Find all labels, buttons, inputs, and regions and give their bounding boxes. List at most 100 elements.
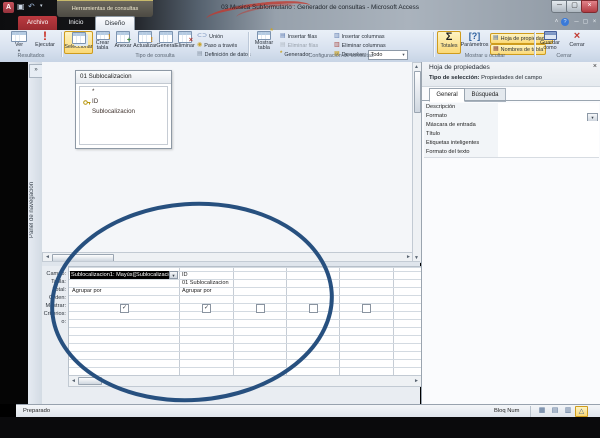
eliminar-button[interactable]: × Eliminar [175,31,195,52]
scroll-left-icon[interactable]: ◄ [70,377,77,385]
scroll-right-icon[interactable]: ► [405,253,412,261]
tab-diseno[interactable]: Diseño [95,16,135,31]
query-grid[interactable]: Sublocalizacion1: Mayús([Sublocalizacion… [68,266,421,376]
screen: A ▣ ↶ ▾ Herramientas de consultas 03 Mus… [0,0,600,438]
row-label-o: o: [61,319,66,325]
mostrar-tabla-button[interactable]: * Mostrar tabla [252,28,276,52]
total-cell-col1[interactable]: Agrupar por [72,287,162,295]
parameters-icon: [?] [468,31,481,41]
title-bar: A ▣ ↶ ▾ Herramientas de consultas 03 Mus… [0,0,600,31]
guardar-como-button[interactable]: Guardar como [538,31,562,52]
field-sublocalizacion[interactable]: Sublocalizacion [80,107,167,117]
group-label-mostrar: Mostrar u ocultar [464,53,506,59]
select-query-icon [71,32,86,44]
num-lock-indicator: Bloq Num [494,408,520,414]
totales-button[interactable]: Σ Totales [437,31,461,54]
scroll-right-icon[interactable]: ► [413,377,420,385]
undo-icon[interactable]: ↶ [28,1,35,12]
crear-tabla-button[interactable]: ! Crear tabla [93,31,112,52]
group-separator [248,32,249,57]
campo-cell-col2[interactable]: ID [182,271,230,279]
row-label-orden: Orden: [48,295,66,301]
mostrar-checkbox-col2[interactable]: ✓ [202,304,211,313]
anexar-button[interactable]: + Anexar [114,31,132,52]
tab-archivo[interactable]: Archivo [18,16,57,30]
sql-view-icon[interactable]: ▥ [562,406,574,416]
help-icon[interactable]: ? [561,18,569,26]
pivottable-view-icon[interactable]: ▤ [549,406,561,416]
field-asterisk[interactable]: * [80,87,167,97]
qat-dropdown-icon[interactable]: ▾ [40,1,43,12]
insert-columns-icon: ▥ [334,33,340,39]
passthrough-icon: ◉ [197,42,203,48]
design-view-icon[interactable]: △ [575,406,588,417]
view-icon [11,31,27,43]
designer-top-pane: 01 Sublocalizacion * ID Sublocalizacion [42,62,412,252]
campo-cell-selected[interactable]: Sublocalizacion1: Mayús([Sublocalizacion… [70,271,169,279]
mostrar-checkbox-col3[interactable] [256,304,265,313]
taskbar: e ▶ W A ● ● ♪ ▭ ● ⚑ 02:08 p.m. 01/07/201… [0,417,600,438]
ribbon-collapse-icon[interactable]: ˄ [552,18,561,27]
contextual-tab-header: Herramientas de consultas [57,0,153,17]
row-label-criterios: Criterios: [43,311,66,317]
union-button[interactable]: ⊂⊃ Unión [197,32,223,41]
mostrar-checkbox-col4[interactable] [309,304,318,313]
general-button[interactable]: General [156,31,176,52]
insertar-columnas-button[interactable]: ▥ Insertar columnas [334,32,385,41]
ver-button[interactable]: Ver ▾ [8,31,30,53]
row-label-mostrar: Mostrar: [45,303,66,309]
group-label-cerrar: Cerrar [556,53,572,59]
scroll-thumb[interactable] [414,71,421,113]
window-title: 03 Musica Subformulario : Generador de c… [221,4,419,11]
field-list: * ID Sublocalizacion [79,86,168,145]
doc-minimize-icon[interactable]: ─ [572,18,581,27]
mostrar-checkbox-col5[interactable] [362,304,371,313]
cerrar-button[interactable]: × Cerrar [566,31,588,52]
ver-dropdown-icon: ▾ [17,48,21,53]
field-list-card[interactable]: 01 Sublocalizacion * ID Sublocalizacion [75,70,172,149]
run-icon: ! [43,29,47,43]
grid-row-labels: Campo: Tabla: Total: Orden: Mostrar: Cri… [42,266,68,374]
delete-query-icon: × [178,31,193,44]
tab-inicio[interactable]: Inicio [59,16,93,30]
paso-a-traves-button[interactable]: ◉ Paso a través [197,41,237,50]
actualizar-button[interactable]: ! Actualizar [133,31,157,52]
campo-dropdown-button[interactable]: ▾ [169,271,178,279]
scroll-left-icon[interactable]: ◄ [44,253,51,261]
tab-general[interactable]: General [429,88,465,102]
union-icon: ⊂⊃ [197,33,208,39]
datasheet-view-icon[interactable]: ▦ [536,406,548,416]
show-table-icon: * [257,28,273,40]
grid-hscrollbar[interactable]: ◄ ► [68,375,422,387]
group-label-resultados: Resultados [17,53,45,59]
mostrar-checkbox-col1[interactable]: ✓ [120,304,129,313]
insert-rows-icon: ▤ [280,33,286,39]
property-sheet-icon: ▤ [493,35,499,41]
doc-close-icon[interactable]: × [590,18,599,27]
parametros-button[interactable]: [?] Parámetros [461,31,489,52]
selection-type: Tipo de selección: Propiedades del campo [429,75,543,81]
close-button[interactable]: × [581,0,598,13]
scroll-thumb[interactable] [78,377,102,385]
ejecutar-button[interactable]: ! Ejecutar [33,29,57,52]
access-app-icon[interactable]: A [3,2,14,13]
eliminar-filas-button[interactable]: ▤ Eliminar filas [280,41,318,50]
group-separator [534,32,535,57]
tabla-cell-col2[interactable]: 01 Sublocalizacion [182,279,232,287]
property-sheet-close-icon[interactable]: × [593,63,597,70]
nav-pane-label: Panel de navegación [29,181,35,239]
desktop-gap [0,62,28,404]
doc-restore-icon[interactable]: ▢ [581,18,590,27]
status-separator [530,406,531,417]
prop-value-formato-texto[interactable] [498,148,599,158]
field-id[interactable]: ID [80,97,167,107]
seleccionar-button[interactable]: Seleccionar [64,31,93,54]
total-cell-col2[interactable]: Agrupar por [182,287,232,295]
save-icon[interactable]: ▣ [17,1,25,12]
scroll-up-icon[interactable]: ▲ [413,63,420,71]
property-sheet-title: Hoja de propiedades [429,64,490,71]
field-list-title: 01 Sublocalizacion [76,71,171,84]
row-label-campo: Campo: [46,271,66,277]
insertar-filas-button[interactable]: ▤ Insertar filas [280,32,317,41]
nav-pane-expand-button[interactable]: » [29,64,43,78]
